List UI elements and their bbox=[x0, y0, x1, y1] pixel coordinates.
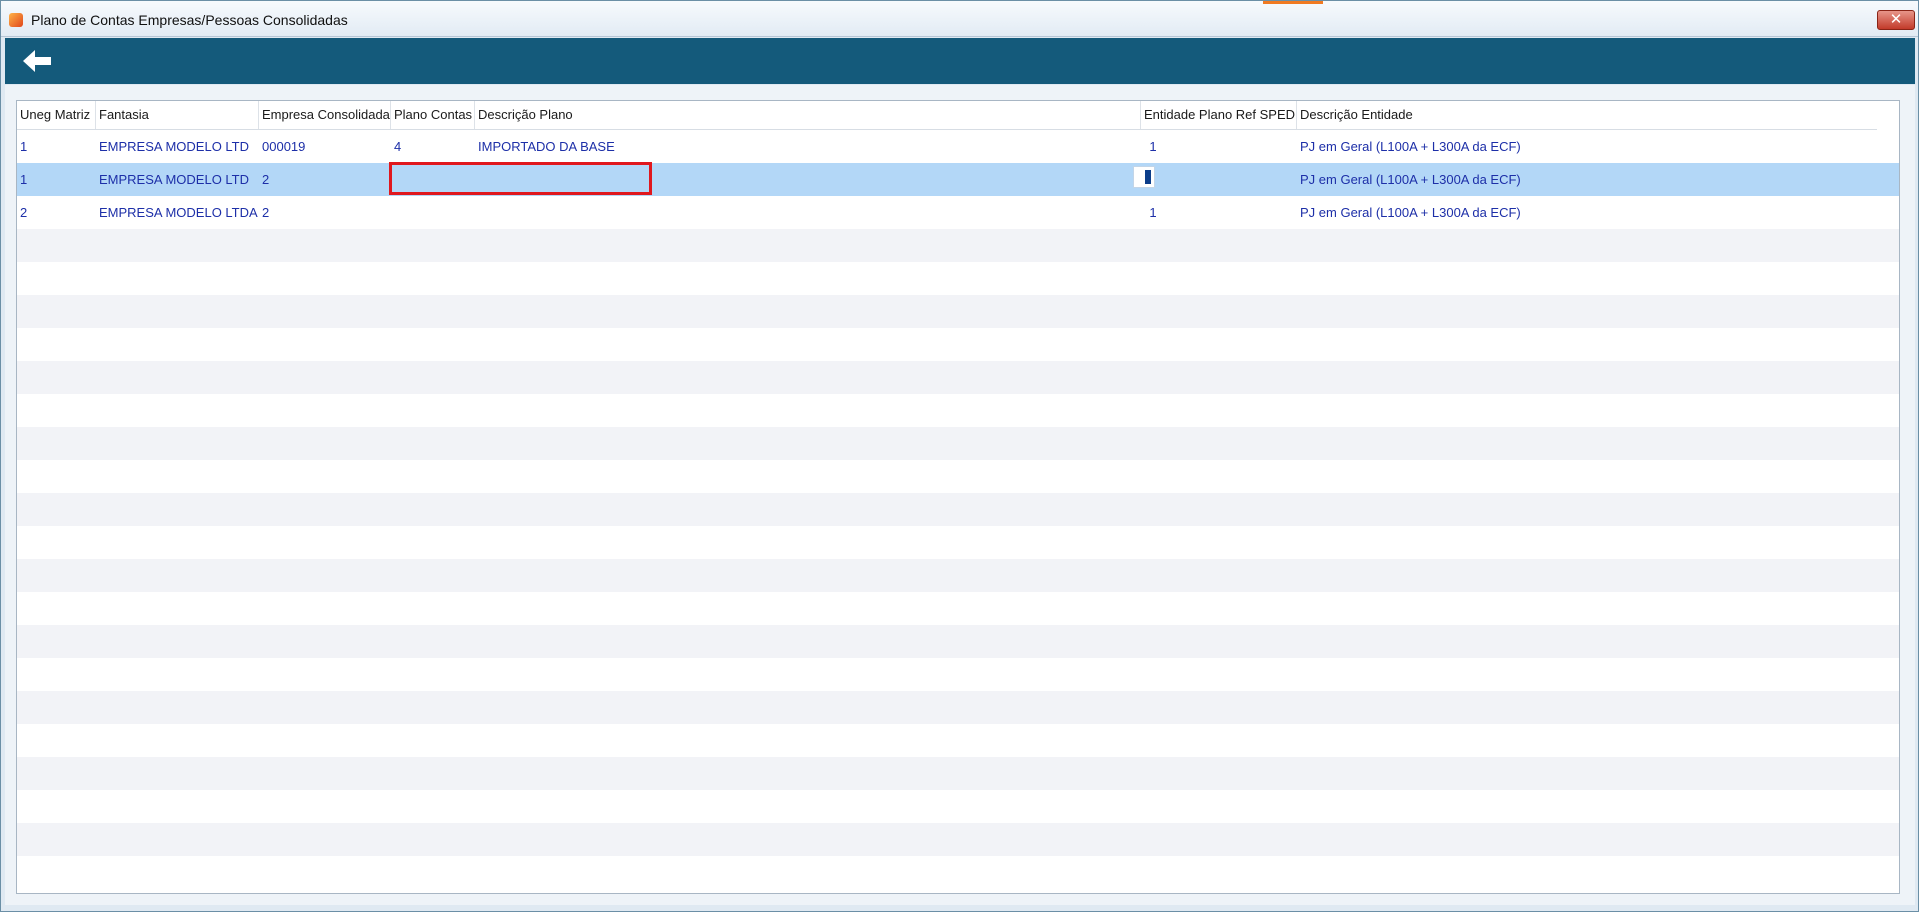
empty-row bbox=[17, 823, 1899, 856]
cell-uneg-matriz: 1 bbox=[20, 172, 28, 187]
entidade-edit-field[interactable] bbox=[1133, 166, 1155, 188]
empty-row bbox=[17, 559, 1899, 592]
empty-row bbox=[17, 625, 1899, 658]
column-header-plano-contas[interactable]: Plano Contas bbox=[391, 101, 475, 129]
cell-plano-contas: 4 bbox=[394, 139, 402, 154]
table-row-selected[interactable]: 1 EMPRESA MODELO LTD 2 PJ em Geral (L100… bbox=[17, 163, 1899, 196]
cell-empresa-consolidada: 000019 bbox=[262, 139, 306, 154]
empty-row bbox=[17, 856, 1899, 889]
window-title: Plano de Contas Empresas/Pessoas Consoli… bbox=[31, 12, 348, 28]
empty-row bbox=[17, 658, 1899, 691]
cell-descricao-entidade: PJ em Geral (L100A + L300A da ECF) bbox=[1300, 205, 1521, 220]
cell-descricao-entidade: PJ em Geral (L100A + L300A da ECF) bbox=[1300, 172, 1521, 187]
empty-row bbox=[17, 493, 1899, 526]
back-button[interactable] bbox=[19, 47, 55, 75]
cell-plano-contas[interactable] bbox=[391, 163, 475, 196]
column-header-uneg-matriz[interactable]: Uneg Matriz bbox=[17, 101, 96, 129]
text-caret bbox=[1145, 170, 1151, 184]
empty-row bbox=[17, 724, 1899, 757]
cell-plano-contas bbox=[391, 196, 475, 229]
empty-row bbox=[17, 394, 1899, 427]
cell-empresa-consolidada: 2 bbox=[262, 205, 270, 220]
cell-descricao-entidade: PJ em Geral (L100A + L300A da ECF) bbox=[1300, 139, 1521, 154]
cell-entidade-plano-ref-sped: 1 bbox=[1149, 139, 1157, 154]
empty-row bbox=[17, 460, 1899, 493]
grid-header: Uneg Matriz Fantasia Empresa Consolidada… bbox=[17, 101, 1877, 130]
column-header-fantasia[interactable]: Fantasia bbox=[96, 101, 259, 129]
cell-uneg-matriz: 2 bbox=[20, 205, 28, 220]
cell-descricao-plano bbox=[475, 196, 1141, 229]
title-bar: Plano de Contas Empresas/Pessoas Consoli… bbox=[1, 1, 1918, 37]
empty-row bbox=[17, 790, 1899, 823]
cell-fantasia: EMPRESA MODELO LTD bbox=[99, 139, 250, 154]
empty-row bbox=[17, 295, 1899, 328]
empty-row bbox=[17, 526, 1899, 559]
table-row[interactable]: 2 EMPRESA MODELO LTDA 2 1 PJ em Geral (L… bbox=[17, 196, 1899, 229]
empty-row bbox=[17, 592, 1899, 625]
toolbar bbox=[5, 38, 1915, 84]
empty-row bbox=[17, 361, 1899, 394]
close-button[interactable]: ✕ bbox=[1877, 10, 1915, 30]
empty-row bbox=[17, 757, 1899, 790]
cell-fantasia: EMPRESA MODELO LTD bbox=[99, 172, 250, 187]
cell-descricao-plano bbox=[475, 163, 1141, 196]
empty-row bbox=[17, 262, 1899, 295]
column-header-descricao-plano[interactable]: Descrição Plano bbox=[475, 101, 1141, 129]
cell-empresa-consolidada: 2 bbox=[262, 172, 270, 187]
cell-uneg-matriz: 1 bbox=[20, 139, 28, 154]
app-logo-icon bbox=[9, 13, 23, 27]
arrow-left-icon bbox=[23, 50, 51, 72]
column-header-empresa-consolidada[interactable]: Empresa Consolidada bbox=[259, 101, 391, 129]
cell-descricao-plano: IMPORTADO DA BASE bbox=[478, 139, 615, 154]
consolidated-accounts-grid: Uneg Matriz Fantasia Empresa Consolidada… bbox=[16, 100, 1900, 894]
cell-entidade-plano-ref-sped: 1 bbox=[1149, 205, 1157, 220]
empty-row bbox=[17, 691, 1899, 724]
table-row[interactable]: 1 EMPRESA MODELO LTD 000019 4 IMPORTADO … bbox=[17, 130, 1899, 163]
column-header-entidade-plano-ref-sped[interactable]: Entidade Plano Ref SPED bbox=[1141, 101, 1297, 129]
empty-row bbox=[17, 328, 1899, 361]
empty-row bbox=[17, 229, 1899, 262]
column-header-descricao-entidade[interactable]: Descrição Entidade bbox=[1297, 101, 1877, 129]
cell-fantasia: EMPRESA MODELO LTDA bbox=[99, 205, 258, 220]
taskbar-indicator bbox=[1263, 1, 1323, 4]
empty-row bbox=[17, 427, 1899, 460]
